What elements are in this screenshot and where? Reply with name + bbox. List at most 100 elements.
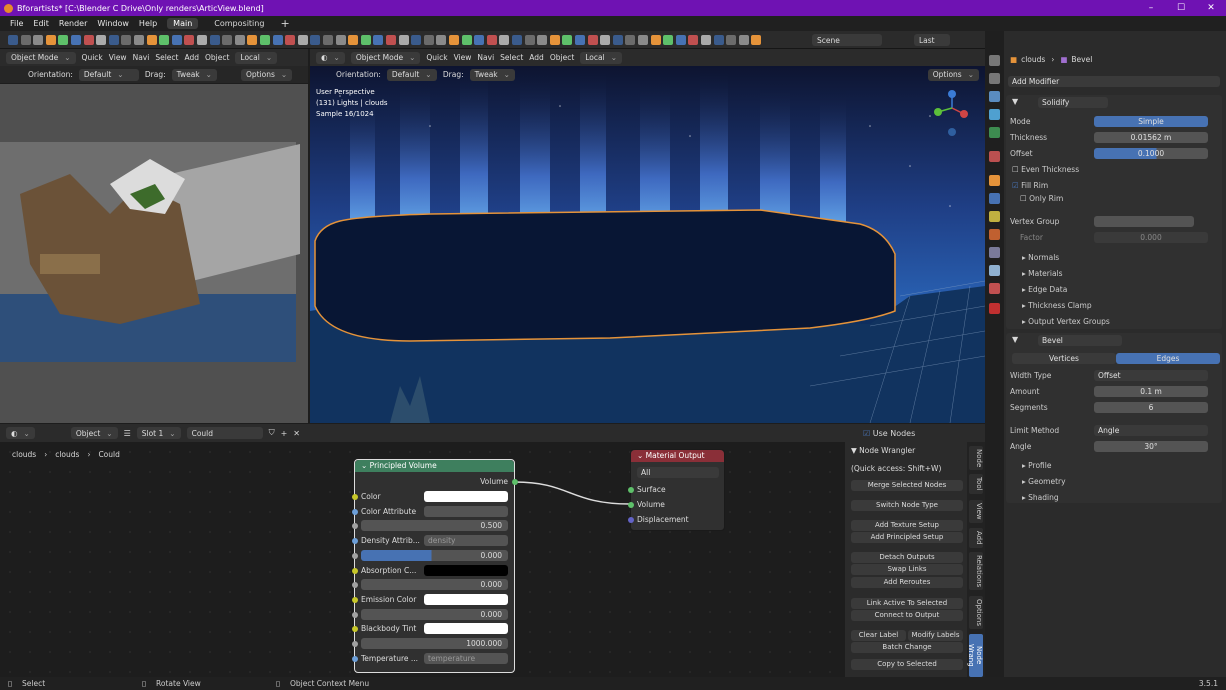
toolbar-tool-icon[interactable] [738,35,749,45]
viewport-editor-type[interactable]: ◐ [316,51,345,64]
toolbar-tool-icon[interactable] [146,35,157,45]
toolbar-tool-icon[interactable] [726,35,737,45]
toolbar-tool-icon[interactable] [33,35,44,45]
3d-viewport[interactable] [310,66,985,423]
surface-socket[interactable] [628,487,634,493]
toolbar-tool-icon[interactable] [701,35,711,45]
add-texture-setup-button[interactable]: Add Texture Setup [851,520,963,531]
fill-rim-checkbox[interactable]: ☑ Fill Rim [1012,181,1048,190]
color-swatch[interactable] [424,564,508,576]
tab-compositing[interactable]: Compositing [208,18,270,29]
toolbar-tool-icon[interactable] [575,35,585,45]
object-tab-icon[interactable] [989,175,1000,186]
limit-method-dropdown[interactable]: Angle [1094,425,1208,436]
toolbar-tool-icon[interactable] [134,35,144,45]
toolbar-tool-icon[interactable] [20,35,31,45]
add-reroutes-dropdown[interactable]: Add Reroutes [851,577,963,588]
toolbar-tool-icon[interactable] [360,35,371,45]
left-menu-navi[interactable]: Navi [133,53,150,62]
left-menu-object[interactable]: Object [205,53,229,62]
left-camera-view[interactable] [0,84,308,423]
toolbar-tool-icon[interactable] [562,35,573,45]
offset-slider[interactable]: 0.1000 [1094,148,1208,159]
toolbar-tool-icon[interactable] [272,35,283,45]
subpanel-profile[interactable]: ▸ Profile [1022,461,1051,470]
menu-edit[interactable]: Edit [33,19,49,28]
subpanel-normals[interactable]: ▸ Normals [1022,253,1059,262]
input-socket[interactable] [352,523,358,530]
color-swatch[interactable] [424,593,508,605]
mode-dropdown[interactable]: Simple [1094,116,1208,127]
attribute-field[interactable]: temperature [424,652,508,664]
batch-change-dropdown[interactable]: Batch Change [851,642,963,653]
toolbar-tool-icon[interactable] [449,35,459,45]
material-selector[interactable]: Could [186,427,263,439]
vp-menu-object[interactable]: Object [550,53,574,62]
toolbar-tool-icon[interactable] [323,35,333,45]
menu-window[interactable]: Window [97,19,129,28]
toolbar-tool-icon[interactable] [260,35,270,45]
left-local-dropdown[interactable]: Local [235,51,278,64]
toolbar-tool-icon[interactable] [297,35,308,45]
vp-options-dropdown[interactable]: Options [927,68,979,81]
toolbar-tool-icon[interactable] [650,35,661,45]
physics-tab-icon[interactable] [989,229,1000,240]
left-menu-select[interactable]: Select [155,53,178,62]
toolbar-tool-icon[interactable] [524,35,535,45]
thickness-field[interactable]: 0.01562 m [1094,132,1208,143]
toolbar-tool-icon[interactable] [83,35,94,45]
tab-relations[interactable]: Relations [969,552,983,591]
toolbar-tool-icon[interactable] [600,35,611,45]
value-field[interactable]: 0.500 [361,520,508,532]
input-socket[interactable] [352,552,358,559]
menu-help[interactable]: Help [139,19,157,28]
use-nodes-checkbox[interactable]: ☑ Use Nodes [863,429,915,438]
merge-nodes-dropdown[interactable]: Merge Selected Nodes [851,480,963,491]
solidify-name-field[interactable]: Solidify [1038,97,1108,108]
even-thickness-checkbox[interactable]: ☐ Even Thickness [1012,165,1079,174]
toolbar-tool-icon[interactable] [625,35,636,45]
input-socket[interactable] [352,641,358,647]
attribute-field[interactable] [424,505,508,517]
toolbar-tool-icon[interactable] [310,35,321,45]
toolbar-tool-icon[interactable] [96,35,107,45]
toolbar-tool-icon[interactable] [461,35,472,45]
copy-to-selected-dropdown[interactable]: Copy to Selected [851,659,963,670]
vertex-group-field[interactable] [1094,216,1194,227]
expand-arrow-icon[interactable]: ▼ [1012,335,1018,344]
toolbar-tool-icon[interactable] [197,35,207,45]
expand-arrow-icon[interactable]: ▼ [1012,97,1018,106]
toolbar-tool-icon[interactable] [549,35,560,45]
add-icon[interactable]: + [281,429,288,438]
scene-tab-icon[interactable] [989,127,1000,138]
modify-labels-button[interactable]: Modify Labels [908,630,963,641]
switch-node-type-dropdown[interactable]: Switch Node Type [851,500,963,511]
toolbar-tool-icon[interactable] [386,35,396,45]
toolbar-tool-icon[interactable] [209,35,220,45]
maximize-button[interactable]: ☐ [1166,0,1196,16]
factor-field[interactable]: 0.000 [1094,232,1208,243]
subpanel-output-vertex-groups[interactable]: ▸ Output Vertex Groups [1022,317,1110,326]
input-socket[interactable] [352,538,358,545]
input-socket[interactable] [352,626,358,633]
input-socket[interactable] [352,611,358,618]
close-button[interactable]: ✕ [1196,0,1226,16]
constraints-tab-icon[interactable] [989,247,1000,258]
toolbar-tool-icon[interactable] [751,35,762,45]
edges-toggle[interactable]: Edges [1116,353,1220,364]
slot-dropdown[interactable]: Slot 1 [136,427,181,439]
shield-icon[interactable]: ⛉ [269,428,275,438]
subpanel-geometry[interactable]: ▸ Geometry [1022,477,1066,486]
vp-menu-navi[interactable]: Navi [477,53,494,62]
toolbar-tool-icon[interactable] [612,35,623,45]
vp-menu-view[interactable]: View [454,53,472,62]
input-socket[interactable] [352,567,358,574]
width-type-dropdown[interactable]: Offset [1094,370,1208,381]
data-tab-icon[interactable] [989,265,1000,276]
segments-field[interactable]: 6 [1094,402,1208,413]
principled-volume-node[interactable]: ⌄ Principled Volume Volume Color Color At… [352,459,518,673]
attribute-field[interactable]: density [424,535,508,547]
tool-tab-icon[interactable] [989,55,1000,66]
value-field[interactable]: 0.000 [361,549,508,561]
toolbar-tool-icon[interactable] [71,35,81,45]
